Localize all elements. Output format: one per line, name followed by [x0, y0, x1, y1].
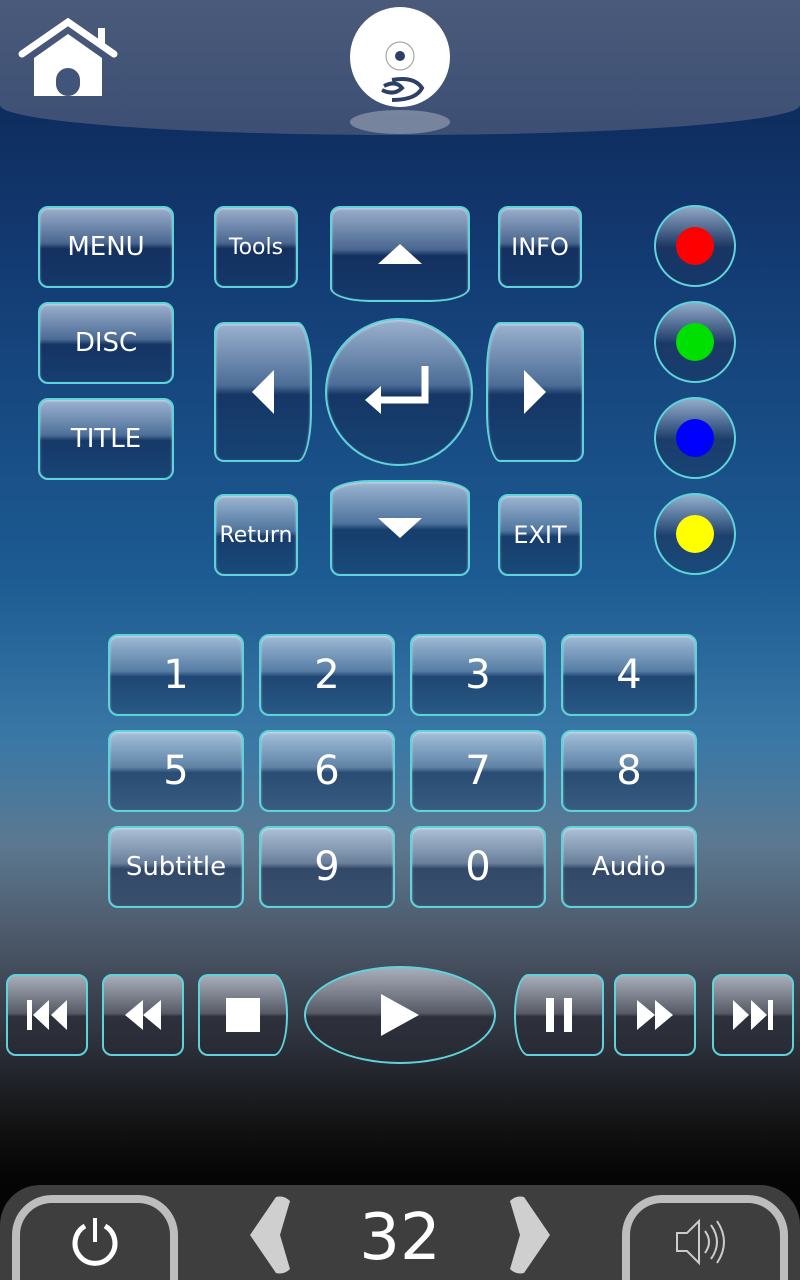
- stop-icon: [226, 998, 260, 1032]
- green-dot: [676, 323, 714, 361]
- disc-button[interactable]: DISC: [38, 302, 174, 384]
- red-button[interactable]: [654, 205, 736, 287]
- channel-up-button[interactable]: [508, 1195, 552, 1275]
- num-7-button[interactable]: 7: [410, 730, 546, 812]
- up-button[interactable]: [330, 206, 470, 302]
- skip-previous-icon: [27, 1000, 67, 1030]
- pause-button[interactable]: [514, 974, 604, 1056]
- skip-next-button[interactable]: [712, 974, 794, 1056]
- volume-button[interactable]: [622, 1195, 788, 1280]
- arrow-down-icon: [378, 518, 422, 538]
- skip-previous-button[interactable]: [6, 974, 88, 1056]
- enter-icon: [365, 366, 429, 414]
- power-button[interactable]: [12, 1195, 178, 1280]
- play-icon: [381, 994, 419, 1036]
- num-2-button[interactable]: 2: [259, 634, 395, 716]
- skip-next-icon: [733, 1000, 773, 1030]
- play-button[interactable]: [304, 966, 496, 1064]
- bluray-disc-icon[interactable]: [348, 4, 452, 134]
- menu-button[interactable]: MENU: [38, 206, 174, 288]
- stop-button[interactable]: [198, 974, 288, 1056]
- red-dot: [676, 227, 714, 265]
- title-button[interactable]: TITLE: [38, 398, 174, 480]
- num-8-button[interactable]: 8: [561, 730, 697, 812]
- num-4-button[interactable]: 4: [561, 634, 697, 716]
- fast-forward-button[interactable]: [614, 974, 696, 1056]
- green-button[interactable]: [654, 301, 736, 383]
- num-1-button[interactable]: 1: [108, 634, 244, 716]
- return-button[interactable]: Return: [214, 494, 298, 576]
- num-3-button[interactable]: 3: [410, 634, 546, 716]
- blue-button[interactable]: [654, 397, 736, 479]
- volume-icon: [676, 1218, 725, 1265]
- power-icon: [72, 1217, 118, 1266]
- exit-button[interactable]: EXIT: [498, 494, 582, 576]
- arrow-left-icon: [252, 370, 274, 414]
- tools-button[interactable]: Tools: [214, 206, 298, 288]
- yellow-dot: [676, 515, 714, 553]
- subtitle-button[interactable]: Subtitle: [108, 826, 244, 908]
- num-9-button[interactable]: 9: [259, 826, 395, 908]
- home-icon[interactable]: [18, 18, 118, 110]
- left-button[interactable]: [214, 322, 312, 462]
- channel-down-button[interactable]: [248, 1195, 292, 1275]
- pause-icon: [546, 998, 572, 1032]
- info-button[interactable]: INFO: [498, 206, 582, 288]
- num-5-button[interactable]: 5: [108, 730, 244, 812]
- arrow-right-icon: [524, 370, 546, 414]
- enter-button[interactable]: [325, 318, 473, 466]
- rewind-button[interactable]: [102, 974, 184, 1056]
- right-button[interactable]: [486, 322, 584, 462]
- arrow-up-icon: [378, 244, 422, 264]
- audio-button[interactable]: Audio: [561, 826, 697, 908]
- num-6-button[interactable]: 6: [259, 730, 395, 812]
- down-button[interactable]: [330, 480, 470, 576]
- num-0-button[interactable]: 0: [410, 826, 546, 908]
- yellow-button[interactable]: [654, 493, 736, 575]
- rewind-icon: [125, 1000, 161, 1030]
- blue-dot: [676, 419, 714, 457]
- fast-forward-icon: [637, 1000, 673, 1030]
- channel-number: 32: [359, 1201, 441, 1275]
